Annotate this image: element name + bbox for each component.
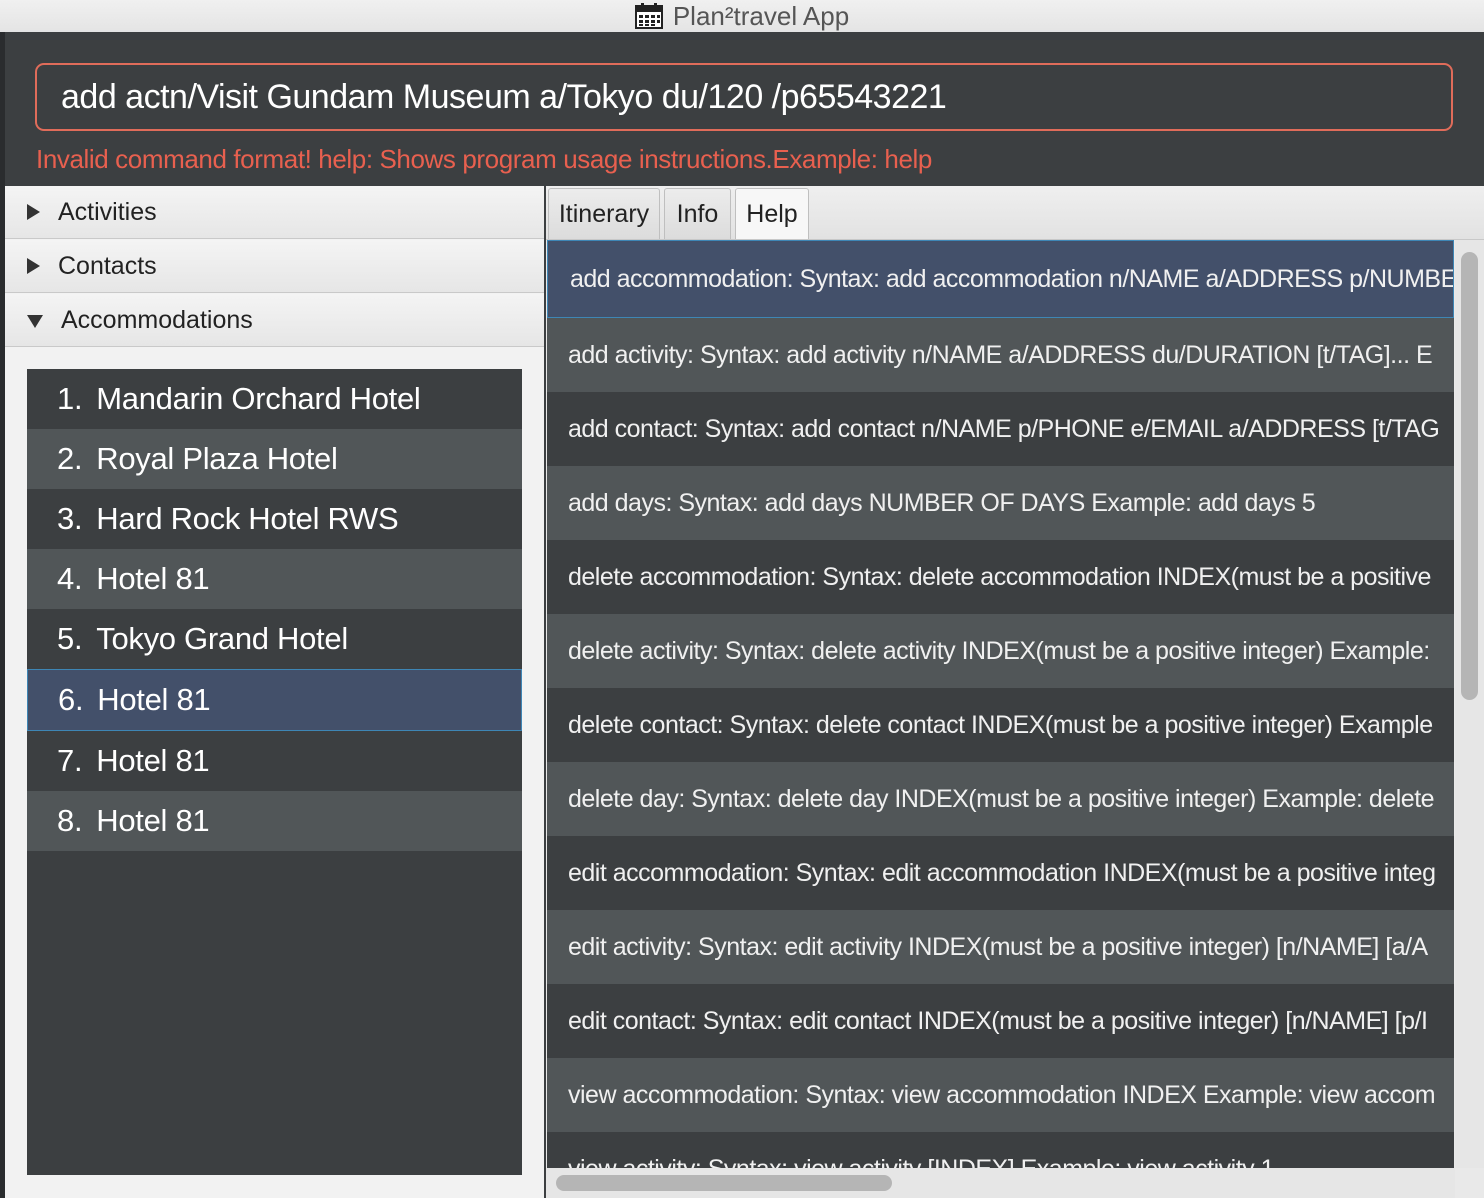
accordion-activities[interactable]: Activities [5, 186, 544, 239]
item-index: 6. [58, 682, 84, 717]
help-entry[interactable]: edit activity: Syntax: edit activity IND… [547, 910, 1454, 984]
accordion-accommodations[interactable]: Accommodations [5, 294, 544, 347]
sidebar: Activities Contacts Accommodations 1. Ma… [5, 186, 544, 1198]
item-name: Hard Rock Hotel RWS [96, 501, 399, 536]
list-item[interactable]: 5. Tokyo Grand Hotel [27, 609, 522, 669]
list-item[interactable]: 3. Hard Rock Hotel RWS [27, 489, 522, 549]
vertical-scrollbar[interactable] [1455, 240, 1484, 1168]
item-index: 8. [57, 803, 83, 838]
list-item[interactable]: 8. Hotel 81 [27, 791, 522, 851]
item-name: Hotel 81 [97, 682, 211, 717]
item-name: Mandarin Orchard Hotel [96, 381, 421, 416]
list-item[interactable]: 7. Hotel 81 [27, 731, 522, 791]
item-index: 5. [57, 621, 83, 656]
help-entry[interactable]: view activity: Syntax: view activity [IN… [547, 1132, 1454, 1168]
help-entry[interactable]: add days: Syntax: add days NUMBER OF DAY… [547, 466, 1454, 540]
tab-bar: Itinerary Info Help [546, 186, 1484, 240]
window-title: Plan²travel App [672, 0, 850, 31]
item-index: 3. [57, 501, 83, 536]
triangle-right-icon [27, 258, 40, 274]
item-index: 2. [57, 441, 83, 476]
tab-itinerary[interactable]: Itinerary [548, 188, 660, 239]
list-item[interactable]: 4. Hotel 81 [27, 549, 522, 609]
vertical-scroll-thumb[interactable] [1461, 252, 1478, 700]
help-list: add accommodation: Syntax: add accommoda… [547, 240, 1454, 1168]
help-entry[interactable]: edit contact: Syntax: edit contact INDEX… [547, 984, 1454, 1058]
item-index: 7. [57, 743, 83, 778]
tab-help[interactable]: Help [735, 188, 809, 239]
command-input[interactable]: add actn/Visit Gundam Museum a/Tokyo du/… [35, 63, 1453, 131]
accordion-contacts[interactable]: Contacts [5, 240, 544, 293]
tab-info[interactable]: Info [664, 188, 731, 239]
item-index: 1. [57, 381, 83, 416]
item-name: Royal Plaza Hotel [96, 441, 338, 476]
list-item-selected[interactable]: 6. Hotel 81 [27, 669, 522, 731]
item-name: Hotel 81 [96, 561, 210, 596]
help-entry[interactable]: delete activity: Syntax: delete activity… [547, 614, 1454, 688]
list-item[interactable]: 1. Mandarin Orchard Hotel [27, 369, 522, 429]
horizontal-scroll-thumb[interactable] [556, 1175, 892, 1191]
item-name: Hotel 81 [96, 803, 210, 838]
help-entry[interactable]: delete contact: Syntax: delete contact I… [547, 688, 1454, 762]
help-entry-selected[interactable]: add accommodation: Syntax: add accommoda… [547, 240, 1454, 318]
main-panel: Itinerary Info Help add accommodation: S… [546, 186, 1484, 1198]
list-item[interactable]: 2. Royal Plaza Hotel [27, 429, 522, 489]
help-entry[interactable]: delete accommodation: Syntax: delete acc… [547, 540, 1454, 614]
accommodation-list: 1. Mandarin Orchard Hotel 2. Royal Plaza… [27, 369, 522, 1175]
title-bar: Plan²travel App [0, 0, 1484, 32]
horizontal-scrollbar[interactable] [546, 1168, 1455, 1198]
help-entry[interactable]: add activity: Syntax: add activity n/NAM… [547, 318, 1454, 392]
triangle-down-icon [27, 314, 43, 328]
item-index: 4. [57, 561, 83, 596]
command-area: add actn/Visit Gundam Museum a/Tokyo du/… [5, 32, 1484, 186]
result-message: Invalid command format! help: Shows prog… [36, 144, 932, 174]
item-name: Hotel 81 [96, 743, 210, 778]
accordion-label: Activities [58, 197, 157, 226]
calendar-icon [634, 3, 663, 29]
help-entry[interactable]: delete day: Syntax: delete day INDEX(mus… [547, 762, 1454, 836]
help-entry[interactable]: view accommodation: Syntax: view accommo… [547, 1058, 1454, 1132]
accordion-label: Contacts [58, 251, 157, 280]
accordion-label: Accommodations [61, 305, 253, 334]
item-name: Tokyo Grand Hotel [96, 621, 348, 656]
help-entry[interactable]: add contact: Syntax: add contact n/NAME … [547, 392, 1454, 466]
help-entry[interactable]: edit accommodation: Syntax: edit accommo… [547, 836, 1454, 910]
triangle-right-icon [27, 204, 40, 220]
